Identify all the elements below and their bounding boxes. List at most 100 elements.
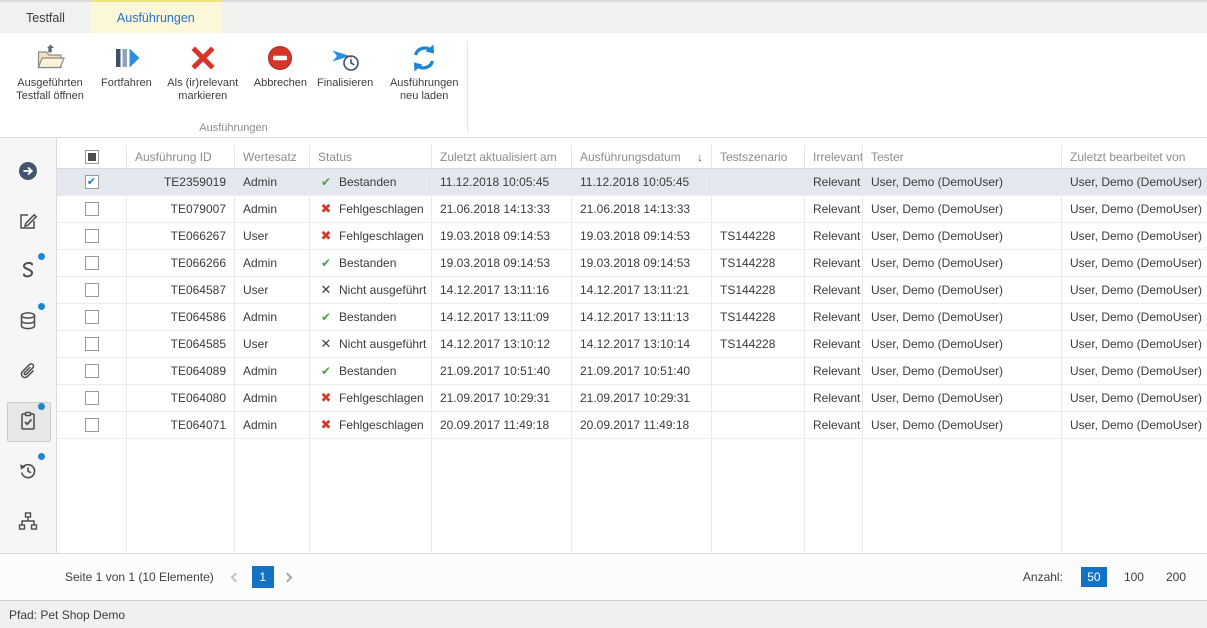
paperclip-icon <box>17 360 39 382</box>
cell-updated: 21.09.2017 10:29:31 <box>432 385 572 411</box>
table-header: Ausführung ID Wertesatz Status Zuletzt aktu… <box>57 145 1207 169</box>
row-checkbox[interactable] <box>85 364 99 378</box>
column-header-scenario[interactable]: Testszenario <box>712 145 805 168</box>
cell-edited-by: User, Demo (DemoUser) <box>1062 196 1207 222</box>
sidebar-item-history[interactable] <box>0 446 56 496</box>
cell-scenario <box>712 412 805 438</box>
row-checkbox[interactable] <box>85 337 99 351</box>
arrow-circle-icon <box>17 160 39 182</box>
page-number-button[interactable]: 1 <box>252 566 274 588</box>
sidebar-item-overview[interactable] <box>0 146 56 196</box>
cell-valueset: Admin <box>235 358 310 384</box>
cell-executed: 19.03.2018 09:14:53 <box>572 223 712 249</box>
cell-tester: User, Demo (DemoUser) <box>863 250 1062 276</box>
row-checkbox[interactable] <box>85 418 99 432</box>
column-header-edited_by[interactable]: Zuletzt bearbeitet von <box>1062 145 1207 168</box>
table-row[interactable]: TE064587User✕Nicht ausgeführt14.12.2017 … <box>57 277 1207 304</box>
cell-status: ✕Nicht ausgeführt <box>310 277 432 303</box>
reload-executions-button[interactable]: Ausführungen neu laden <box>378 38 470 107</box>
history-icon <box>17 460 39 482</box>
cell-status: ✔Bestanden <box>310 250 432 276</box>
cancel-button[interactable]: Abbrechen <box>249 38 312 94</box>
table-row[interactable]: TE066266Admin✔Bestanden19.03.2018 09:14:… <box>57 250 1207 277</box>
sort-desc-icon: ↓ <box>693 150 703 164</box>
next-page-button[interactable] <box>278 566 298 588</box>
sidebar-item-attachments[interactable] <box>0 346 56 396</box>
sidebar-item-data[interactable] <box>0 296 56 346</box>
open-executed-testcase-button[interactable]: Ausgeführten Testfall öffnen <box>4 38 96 107</box>
sidebar-item-hierarchy[interactable] <box>0 496 56 546</box>
table-row[interactable]: TE064586Admin✔Bestanden14.12.2017 13:11:… <box>57 304 1207 331</box>
tab-ausfuehrungen[interactable]: Ausführungen <box>91 0 221 33</box>
cell-updated: 21.06.2018 14:13:33 <box>432 196 572 222</box>
row-checkbox[interactable] <box>85 202 99 216</box>
column-header-label: Status <box>318 150 352 164</box>
cell-updated: 14.12.2017 13:11:16 <box>432 277 572 303</box>
page-size-200[interactable]: 200 <box>1161 567 1191 587</box>
cell-tester: User, Demo (DemoUser) <box>863 169 1062 195</box>
cell-updated: 14.12.2017 13:11:09 <box>432 304 572 330</box>
cell-execution-id: TE079007 <box>127 196 235 222</box>
cell-valueset: Admin <box>235 250 310 276</box>
cell-scenario: TS144228 <box>712 277 805 303</box>
cell-status: ✖Fehlgeschlagen <box>310 196 432 222</box>
column-header-updated[interactable]: Zuletzt aktualisiert am <box>432 145 572 168</box>
column-header-status[interactable]: Status <box>310 145 432 168</box>
cell-execution-id: TE066267 <box>127 223 235 249</box>
table-row[interactable]: TE066267User✖Fehlgeschlagen19.03.2018 09… <box>57 223 1207 250</box>
prev-page-button[interactable] <box>226 566 246 588</box>
cell-edited-by: User, Demo (DemoUser) <box>1062 358 1207 384</box>
column-header-executed[interactable]: Ausführungsdatum↓ <box>572 145 712 168</box>
sidebar-item-relations[interactable] <box>0 246 56 296</box>
cell-executed: 21.09.2017 10:51:40 <box>572 358 712 384</box>
table-row[interactable]: ✔TE2359019Admin✔Bestanden11.12.2018 10:0… <box>57 169 1207 196</box>
row-checkbox[interactable] <box>85 283 99 297</box>
cell-executed: 14.12.2017 13:10:14 <box>572 331 712 357</box>
cell-tester: User, Demo (DemoUser) <box>863 412 1062 438</box>
row-checkbox[interactable] <box>85 310 99 324</box>
cell-scenario <box>712 358 805 384</box>
column-header-select[interactable] <box>57 145 127 168</box>
status-failed-icon: ✖ <box>318 228 334 244</box>
column-header-irrelevant[interactable]: Irrelevant <box>805 145 863 168</box>
page-size-100[interactable]: 100 <box>1119 567 1149 587</box>
table-row[interactable]: TE064080Admin✖Fehlgeschlagen21.09.2017 1… <box>57 385 1207 412</box>
cell-tester: User, Demo (DemoUser) <box>863 196 1062 222</box>
cell-scenario: TS144228 <box>712 223 805 249</box>
sidebar-item-executions[interactable] <box>0 396 56 446</box>
table-row[interactable]: TE079007Admin✖Fehlgeschlagen21.06.2018 1… <box>57 196 1207 223</box>
sidebar-item-edit[interactable] <box>0 196 56 246</box>
column-header-label: Irrelevant <box>813 150 863 164</box>
mark-irrelevant-button[interactable]: Als (ir)relevant markieren <box>157 38 249 107</box>
table-row[interactable]: TE064585User✕Nicht ausgeführt14.12.2017 … <box>57 331 1207 358</box>
column-header-id[interactable]: Ausführung ID <box>127 145 235 168</box>
row-checkbox[interactable]: ✔ <box>85 175 99 189</box>
page-size-50[interactable]: 50 <box>1081 567 1107 587</box>
cell-updated: 14.12.2017 13:10:12 <box>432 331 572 357</box>
column-header-valueset[interactable]: Wertesatz <box>235 145 310 168</box>
tab-testfall[interactable]: Testfall <box>0 2 91 33</box>
cell-updated: 20.09.2017 11:49:18 <box>432 412 572 438</box>
path-label: Pfad: Pet Shop Demo <box>9 608 125 622</box>
tab-bar: TestfallAusführungen <box>0 0 1207 33</box>
cell-irrelevant: Relevant <box>805 412 863 438</box>
row-checkbox[interactable] <box>85 391 99 405</box>
row-checkbox[interactable] <box>85 256 99 270</box>
page-size-label: Anzahl: <box>1023 570 1063 584</box>
table-row[interactable]: TE064071Admin✖Fehlgeschlagen20.09.2017 1… <box>57 412 1207 439</box>
select-all-checkbox[interactable] <box>85 150 99 164</box>
column-header-label: Wertesatz <box>243 150 297 164</box>
row-checkbox[interactable] <box>85 229 99 243</box>
continue-button[interactable]: Fortfahren <box>96 38 157 94</box>
cell-scenario <box>712 169 805 195</box>
table-row[interactable]: TE064089Admin✔Bestanden21.09.2017 10:51:… <box>57 358 1207 385</box>
finalize-button[interactable]: Finalisieren <box>312 38 378 94</box>
cell-scenario: TS144228 <box>712 331 805 357</box>
column-header-tester[interactable]: Tester <box>863 145 1062 168</box>
cell-executed: 14.12.2017 13:11:13 <box>572 304 712 330</box>
cell-status: ✔Bestanden <box>310 358 432 384</box>
column-header-label: Zuletzt aktualisiert am <box>440 150 557 164</box>
status-failed-icon: ✖ <box>318 201 334 217</box>
toolbar-buttons: Ausgeführten Testfall öffnenFortfahrenAl… <box>0 33 1207 107</box>
cell-executed: 20.09.2017 11:49:18 <box>572 412 712 438</box>
